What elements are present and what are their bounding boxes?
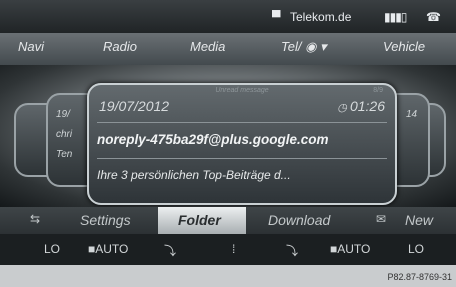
auto-left[interactable]: ■AUTO	[88, 242, 128, 256]
new-button[interactable]: New	[405, 212, 433, 228]
auto-right[interactable]: ■AUTO	[330, 242, 370, 256]
back-icon[interactable]: ⇆	[30, 212, 40, 226]
download-button[interactable]: Download	[268, 212, 330, 228]
message-time: ◷ 01:26	[337, 98, 385, 114]
head-unit-screen: ▀ Telekom.de ▮▮▮▯ ☎ Navi Radio Media Tel…	[0, 0, 456, 265]
folder-label: Folder	[178, 212, 221, 228]
side-card-sender: chri	[56, 129, 73, 140]
message-carousel: 19/ chri Ten 14 Unread message 8/9 19/07…	[0, 65, 456, 207]
menu-item-radio[interactable]: Radio	[103, 39, 137, 54]
separator	[97, 122, 387, 123]
sim-icon: ▀	[272, 10, 281, 24]
message-card[interactable]: Unread message 8/9 19/07/2012 ◷ 01:26 no…	[87, 83, 397, 205]
main-menu-bar: Navi Radio Media Tel/ ◉ ▾ Vehicle	[0, 33, 456, 65]
carrier-name: Telekom.de	[290, 10, 352, 24]
phone-icon: ◉ ▾	[301, 39, 327, 54]
menu-item-vehicle[interactable]: Vehicle	[383, 39, 425, 54]
phone-icon: ☎	[426, 10, 441, 24]
message-sender: noreply-475ba29f@plus.google.com	[97, 132, 329, 147]
envelope-icon: ✉	[376, 212, 387, 226]
folder-button[interactable]: Folder	[158, 207, 246, 234]
side-card-date: 19/	[56, 109, 70, 120]
menu-item-media[interactable]: Media	[190, 39, 225, 54]
seat-left-icon[interactable]: ⤵	[164, 242, 176, 259]
climate-bar: LO ■AUTO ⤵ ⁞ ⤵ ■AUTO LO	[0, 234, 456, 265]
menu-item-tel[interactable]: Tel/ ◉ ▾	[281, 39, 327, 55]
seat-right-icon[interactable]: ⤵	[286, 242, 298, 259]
submenu-bar: ⇆ Settings Folder Download ✉ New	[0, 207, 456, 234]
clock-icon: ◷	[337, 102, 350, 114]
figure-reference: P82.87-8769-31	[387, 272, 452, 282]
status-bar: ▀ Telekom.de ▮▮▮▯ ☎	[0, 0, 456, 33]
defrost-icon[interactable]: ⁞	[232, 242, 235, 256]
temp-right[interactable]: LO	[408, 242, 424, 256]
signal-bars-icon: ▮▮▮▯	[384, 10, 407, 24]
message-heading: Unread message	[215, 87, 269, 94]
side-card-time: 14	[406, 109, 418, 120]
message-counter: 8/9	[373, 87, 383, 94]
message-preview: Ihre 3 persönlichen Top-Beiträge d...	[97, 168, 291, 182]
side-card-preview: Ten	[56, 149, 73, 160]
temp-left[interactable]: LO	[44, 242, 60, 256]
settings-button[interactable]: Settings	[80, 212, 131, 228]
separator	[97, 158, 387, 159]
message-date: 19/07/2012	[99, 98, 170, 114]
menu-item-navi[interactable]: Navi	[18, 39, 44, 54]
